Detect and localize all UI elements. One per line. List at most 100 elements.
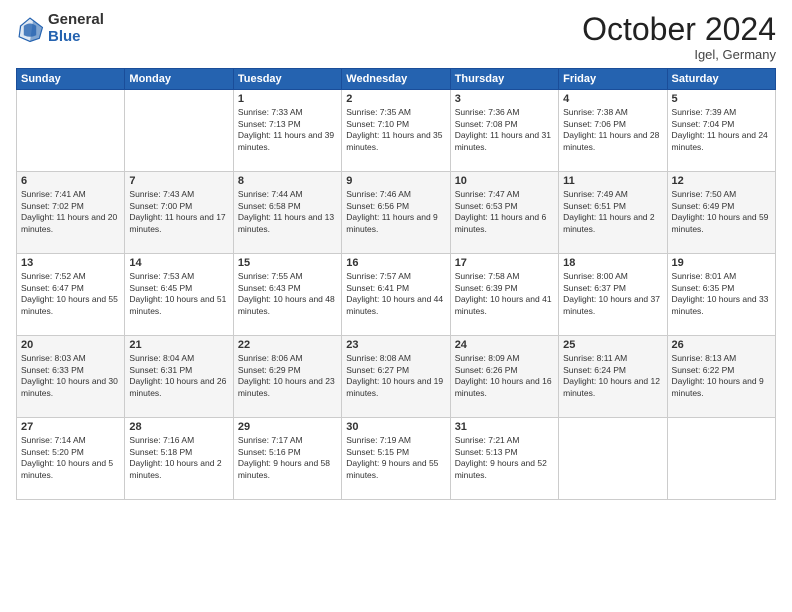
table-row: 26Sunrise: 8:13 AMSunset: 6:22 PMDayligh… bbox=[667, 336, 775, 418]
day-info: Sunrise: 7:58 AMSunset: 6:39 PMDaylight:… bbox=[455, 271, 554, 317]
table-row bbox=[667, 418, 775, 500]
day-number: 10 bbox=[455, 175, 554, 187]
day-info: Sunrise: 8:08 AMSunset: 6:27 PMDaylight:… bbox=[346, 353, 445, 399]
day-info: Sunrise: 8:06 AMSunset: 6:29 PMDaylight:… bbox=[238, 353, 337, 399]
table-row: 4 Sunrise: 7:38 AMSunset: 7:06 PMDaylight… bbox=[559, 90, 667, 172]
table-row: 2 Sunrise: 7:35 AMSunset: 7:10 PMDaylight… bbox=[342, 90, 450, 172]
day-number: 14 bbox=[129, 257, 228, 269]
day-number: 25 bbox=[563, 339, 662, 351]
day-info: Sunrise: 7:50 AMSunset: 6:49 PMDaylight:… bbox=[672, 189, 771, 235]
day-number: 2 bbox=[346, 93, 445, 105]
table-row: 13 Sunrise: 7:52 AMSunset: 6:47 PMDayligh… bbox=[17, 254, 125, 336]
day-number: 13 bbox=[21, 257, 120, 269]
col-monday: Monday bbox=[125, 69, 233, 90]
table-row: 3 Sunrise: 7:36 AMSunset: 7:08 PMDaylight… bbox=[450, 90, 558, 172]
day-number: 18 bbox=[563, 257, 662, 269]
day-number: 26 bbox=[672, 339, 771, 351]
calendar-week-row: 6 Sunrise: 7:41 AMSunset: 7:02 PMDaylight… bbox=[17, 172, 776, 254]
table-row: 29Sunrise: 7:17 AMSunset: 5:16 PMDayligh… bbox=[233, 418, 341, 500]
day-info: Sunrise: 7:19 AMSunset: 5:15 PMDaylight:… bbox=[346, 435, 445, 481]
day-info: Sunrise: 7:36 AMSunset: 7:08 PMDaylight:… bbox=[455, 107, 554, 153]
col-thursday: Thursday bbox=[450, 69, 558, 90]
table-row: 18 Sunrise: 8:00 AMSunset: 6:37 PMDayligh… bbox=[559, 254, 667, 336]
day-number: 4 bbox=[563, 93, 662, 105]
table-row: 28 Sunrise: 7:16 AMSunset: 5:18 PMDayligh… bbox=[125, 418, 233, 500]
day-info: Sunrise: 7:44 AMSunset: 6:58 PMDaylight:… bbox=[238, 189, 337, 235]
day-number: 6 bbox=[21, 175, 120, 187]
day-info: Sunrise: 7:14 AMSunset: 5:20 PMDaylight:… bbox=[21, 435, 120, 481]
page: General Blue October 2024 Igel, Germany … bbox=[0, 0, 792, 612]
table-row: 1 Sunrise: 7:33 AMSunset: 7:13 PMDaylight… bbox=[233, 90, 341, 172]
col-saturday: Saturday bbox=[667, 69, 775, 90]
table-row: 17 Sunrise: 7:58 AMSunset: 6:39 PMDayligh… bbox=[450, 254, 558, 336]
generalblue-logo-icon bbox=[16, 15, 44, 43]
table-row: 5Sunrise: 7:39 AMSunset: 7:04 PMDaylight… bbox=[667, 90, 775, 172]
day-info: Sunrise: 8:00 AMSunset: 6:37 PMDaylight:… bbox=[563, 271, 662, 317]
table-row: 22Sunrise: 8:06 AMSunset: 6:29 PMDayligh… bbox=[233, 336, 341, 418]
day-info: Sunrise: 7:43 AMSunset: 7:00 PMDaylight:… bbox=[129, 189, 228, 235]
day-info: Sunrise: 8:11 AMSunset: 6:24 PMDaylight:… bbox=[563, 353, 662, 399]
day-number: 24 bbox=[455, 339, 554, 351]
day-number: 8 bbox=[238, 175, 337, 187]
day-number: 28 bbox=[129, 421, 228, 433]
table-row: 10Sunrise: 7:47 AMSunset: 6:53 PMDayligh… bbox=[450, 172, 558, 254]
day-number: 29 bbox=[238, 421, 337, 433]
table-row bbox=[17, 90, 125, 172]
day-number: 16 bbox=[346, 257, 445, 269]
table-row: 8 Sunrise: 7:44 AMSunset: 6:58 PMDaylight… bbox=[233, 172, 341, 254]
table-row: 19 Sunrise: 8:01 AMSunset: 6:35 PMDayligh… bbox=[667, 254, 775, 336]
calendar-week-row: 20 Sunrise: 8:03 AMSunset: 6:33 PMDayligh… bbox=[17, 336, 776, 418]
day-info: Sunrise: 7:33 AMSunset: 7:13 PMDaylight:… bbox=[238, 107, 337, 153]
day-info: Sunrise: 7:16 AMSunset: 5:18 PMDaylight:… bbox=[129, 435, 228, 481]
calendar-week-row: 13 Sunrise: 7:52 AMSunset: 6:47 PMDayligh… bbox=[17, 254, 776, 336]
table-row: 12Sunrise: 7:50 AMSunset: 6:49 PMDayligh… bbox=[667, 172, 775, 254]
day-number: 17 bbox=[455, 257, 554, 269]
day-number: 20 bbox=[21, 339, 120, 351]
table-row: 14 Sunrise: 7:53 AMSunset: 6:45 PMDayligh… bbox=[125, 254, 233, 336]
day-number: 11 bbox=[563, 175, 662, 187]
day-info: Sunrise: 7:49 AMSunset: 6:51 PMDaylight:… bbox=[563, 189, 662, 235]
location: Igel, Germany bbox=[582, 47, 776, 62]
day-number: 7 bbox=[129, 175, 228, 187]
table-row: 27 Sunrise: 7:14 AMSunset: 5:20 PMDayligh… bbox=[17, 418, 125, 500]
title-area: October 2024 Igel, Germany bbox=[582, 12, 776, 62]
day-number: 3 bbox=[455, 93, 554, 105]
day-number: 21 bbox=[129, 339, 228, 351]
col-wednesday: Wednesday bbox=[342, 69, 450, 90]
col-tuesday: Tuesday bbox=[233, 69, 341, 90]
day-info: Sunrise: 7:46 AMSunset: 6:56 PMDaylight:… bbox=[346, 189, 445, 235]
header: General Blue October 2024 Igel, Germany bbox=[16, 12, 776, 62]
day-number: 27 bbox=[21, 421, 120, 433]
calendar-header-row: Sunday Monday Tuesday Wednesday Thursday… bbox=[17, 69, 776, 90]
table-row: 25 Sunrise: 8:11 AMSunset: 6:24 PMDayligh… bbox=[559, 336, 667, 418]
day-info: Sunrise: 7:35 AMSunset: 7:10 PMDaylight:… bbox=[346, 107, 445, 153]
day-info: Sunrise: 8:03 AMSunset: 6:33 PMDaylight:… bbox=[21, 353, 120, 399]
day-info: Sunrise: 7:53 AMSunset: 6:45 PMDaylight:… bbox=[129, 271, 228, 317]
logo: General Blue bbox=[16, 12, 104, 45]
day-number: 30 bbox=[346, 421, 445, 433]
day-number: 31 bbox=[455, 421, 554, 433]
day-info: Sunrise: 8:01 AMSunset: 6:35 PMDaylight:… bbox=[672, 271, 771, 317]
day-info: Sunrise: 7:55 AMSunset: 6:43 PMDaylight:… bbox=[238, 271, 337, 317]
day-info: Sunrise: 7:52 AMSunset: 6:47 PMDaylight:… bbox=[21, 271, 120, 317]
logo-blue-text: Blue bbox=[48, 29, 104, 46]
day-info: Sunrise: 7:38 AMSunset: 7:06 PMDaylight:… bbox=[563, 107, 662, 153]
day-info: Sunrise: 7:57 AMSunset: 6:41 PMDaylight:… bbox=[346, 271, 445, 317]
day-number: 5 bbox=[672, 93, 771, 105]
table-row: 9Sunrise: 7:46 AMSunset: 6:56 PMDaylight… bbox=[342, 172, 450, 254]
day-info: Sunrise: 8:04 AMSunset: 6:31 PMDaylight:… bbox=[129, 353, 228, 399]
logo-text: General Blue bbox=[48, 12, 104, 45]
table-row bbox=[125, 90, 233, 172]
table-row: 23Sunrise: 8:08 AMSunset: 6:27 PMDayligh… bbox=[342, 336, 450, 418]
day-number: 15 bbox=[238, 257, 337, 269]
table-row: 31 Sunrise: 7:21 AMSunset: 5:13 PMDayligh… bbox=[450, 418, 558, 500]
day-number: 1 bbox=[238, 93, 337, 105]
table-row: 11 Sunrise: 7:49 AMSunset: 6:51 PMDayligh… bbox=[559, 172, 667, 254]
table-row: 20 Sunrise: 8:03 AMSunset: 6:33 PMDayligh… bbox=[17, 336, 125, 418]
calendar-week-row: 27 Sunrise: 7:14 AMSunset: 5:20 PMDayligh… bbox=[17, 418, 776, 500]
day-number: 19 bbox=[672, 257, 771, 269]
logo-general-text: General bbox=[48, 12, 104, 29]
day-info: Sunrise: 7:41 AMSunset: 7:02 PMDaylight:… bbox=[21, 189, 120, 235]
day-info: Sunrise: 8:09 AMSunset: 6:26 PMDaylight:… bbox=[455, 353, 554, 399]
day-info: Sunrise: 7:21 AMSunset: 5:13 PMDaylight:… bbox=[455, 435, 554, 481]
